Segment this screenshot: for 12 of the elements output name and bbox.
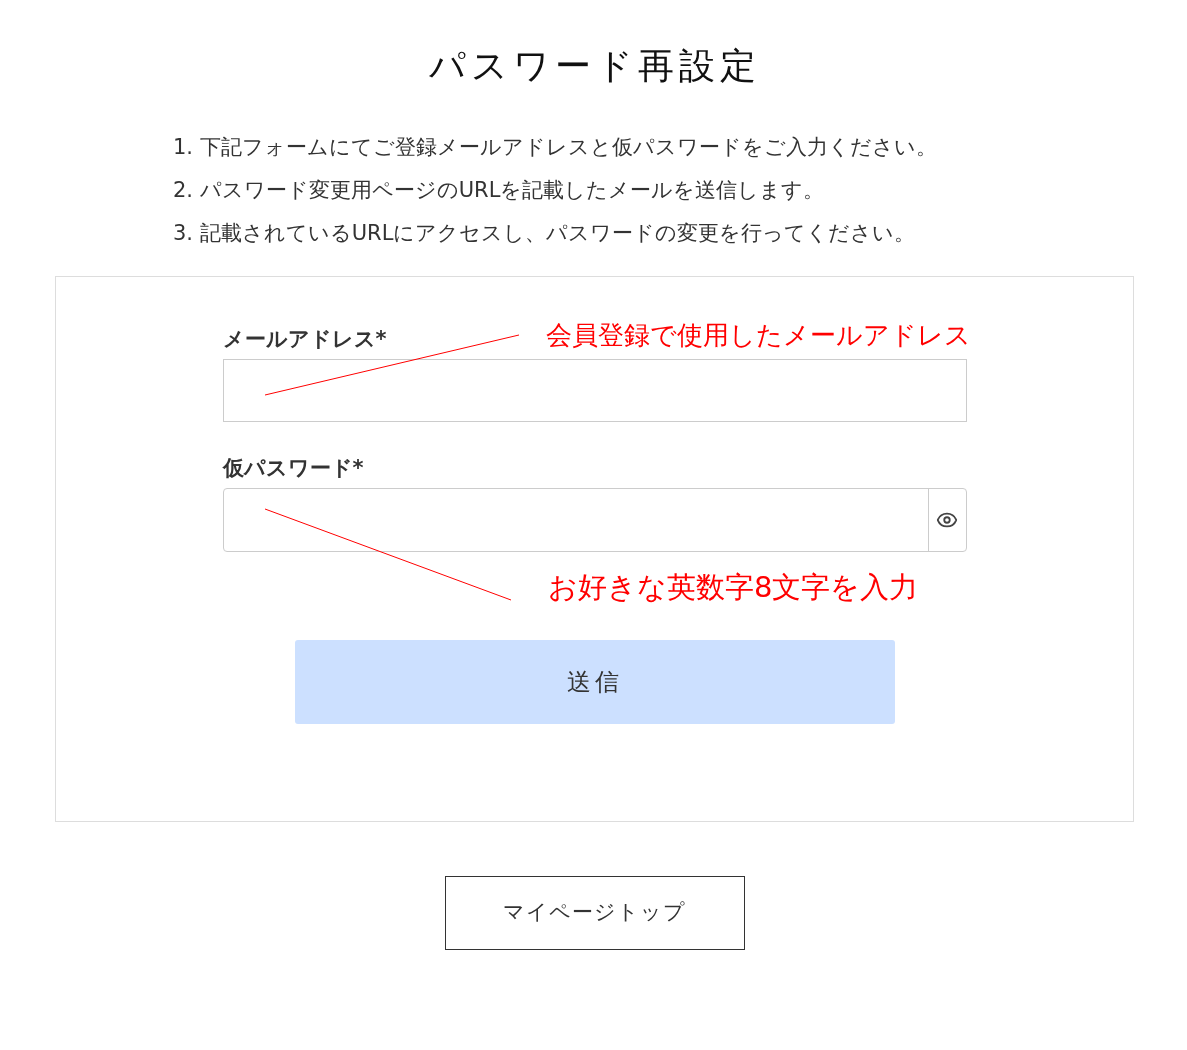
page-title: パスワード再設定 xyxy=(428,44,761,88)
instruction-step: 3. 記載されているURLにアクセスし、パスワードの変更を行ってください。 xyxy=(173,212,916,255)
email-input-field[interactable] xyxy=(222,359,967,422)
password-input-field[interactable] xyxy=(222,488,967,552)
annotation-label: 会員登録で使用したメールアドレス xyxy=(546,319,971,352)
mypage-top-button[interactable]: マイページトップ xyxy=(444,876,745,950)
annotation-label: お好きな英数字8文字を入力 xyxy=(548,569,919,605)
instruction-step: 2. パスワード変更用ページのURLを記載したメールを送信します。 xyxy=(173,169,825,212)
submit-button[interactable]: 送信 xyxy=(294,640,895,724)
instruction-step: 1. 下記フォームにてご登録メールアドレスと仮パスワードをご入力ください。 xyxy=(173,126,937,169)
field-label: 仮パスワード* xyxy=(222,455,364,482)
field-label: メールアドレス* xyxy=(222,326,387,353)
